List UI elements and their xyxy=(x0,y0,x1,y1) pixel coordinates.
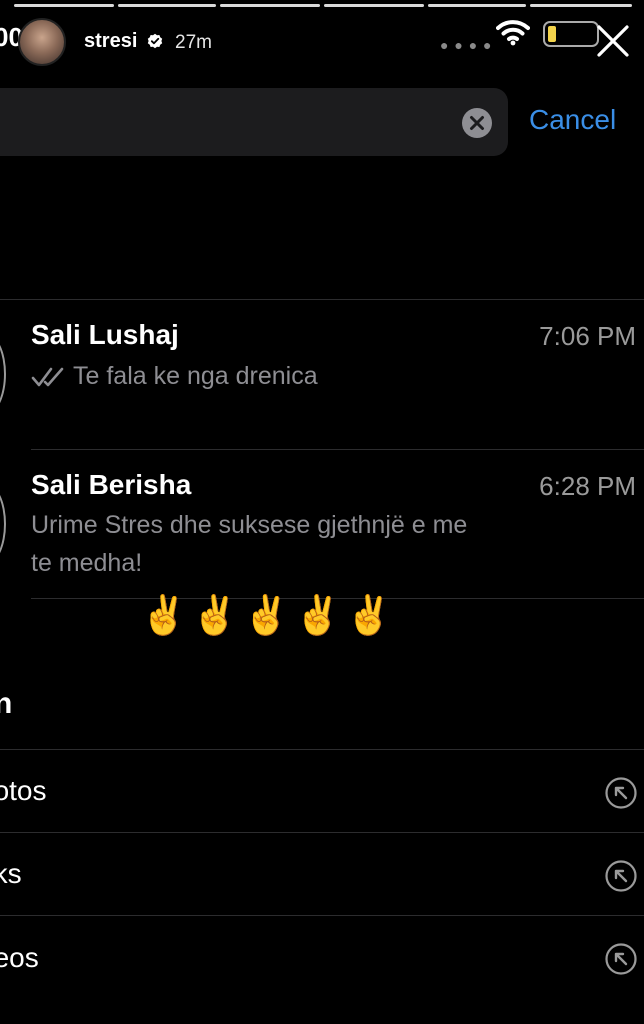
clear-search-icon[interactable] xyxy=(461,107,493,139)
divider xyxy=(0,832,644,833)
open-arrow-icon[interactable] xyxy=(605,777,637,809)
progress-segment xyxy=(324,4,424,7)
read-receipt-icon xyxy=(31,367,64,387)
section-header-fragment: n xyxy=(0,687,13,720)
cancel-button[interactable]: Cancel xyxy=(529,104,616,136)
divider xyxy=(0,299,644,300)
chat-name: Sali Lushaj xyxy=(31,319,179,350)
close-icon[interactable] xyxy=(596,24,630,58)
story-username[interactable]: stresi xyxy=(84,30,137,53)
progress-segment xyxy=(428,4,526,7)
story-time-ago: 27m xyxy=(175,32,212,53)
media-row-label: hotos xyxy=(0,775,47,806)
battery-level xyxy=(548,26,556,42)
chat-avatar xyxy=(0,484,6,564)
signal-dots-icon: ● ● ● ● xyxy=(440,37,493,53)
section-header-fragment: : xyxy=(0,262,1,283)
wifi-icon xyxy=(496,20,530,46)
battery-icon xyxy=(543,21,599,47)
open-arrow-icon[interactable] xyxy=(605,860,637,892)
verified-badge-icon xyxy=(147,33,163,49)
chat-time: 6:28 PM xyxy=(539,471,636,501)
chat-message-preview-line1: Urime Stres dhe suksese gjethnjë e me xyxy=(31,511,468,539)
chat-message-preview: Te fala ke nga drenica xyxy=(73,362,318,390)
victory-hand-emoji-row: ✌️✌️✌️✌️✌️ xyxy=(140,595,397,637)
chat-name: Sali Berisha xyxy=(31,469,192,500)
chat-avatar xyxy=(0,334,6,414)
progress-segment xyxy=(220,4,320,7)
story-progress-bar xyxy=(0,4,644,7)
search-input[interactable] xyxy=(0,88,508,156)
progress-segment xyxy=(530,4,632,7)
progress-segment xyxy=(14,4,114,7)
open-arrow-icon[interactable] xyxy=(605,943,637,975)
divider xyxy=(0,749,644,750)
chat-message-preview-line2: te medha! xyxy=(31,549,143,577)
divider xyxy=(0,915,644,916)
chat-time: 7:06 PM xyxy=(539,321,636,351)
media-row-label: nks xyxy=(0,858,22,889)
divider xyxy=(31,449,644,450)
avatar[interactable] xyxy=(18,18,66,66)
progress-segment xyxy=(118,4,216,7)
media-row-label: deos xyxy=(0,942,39,973)
